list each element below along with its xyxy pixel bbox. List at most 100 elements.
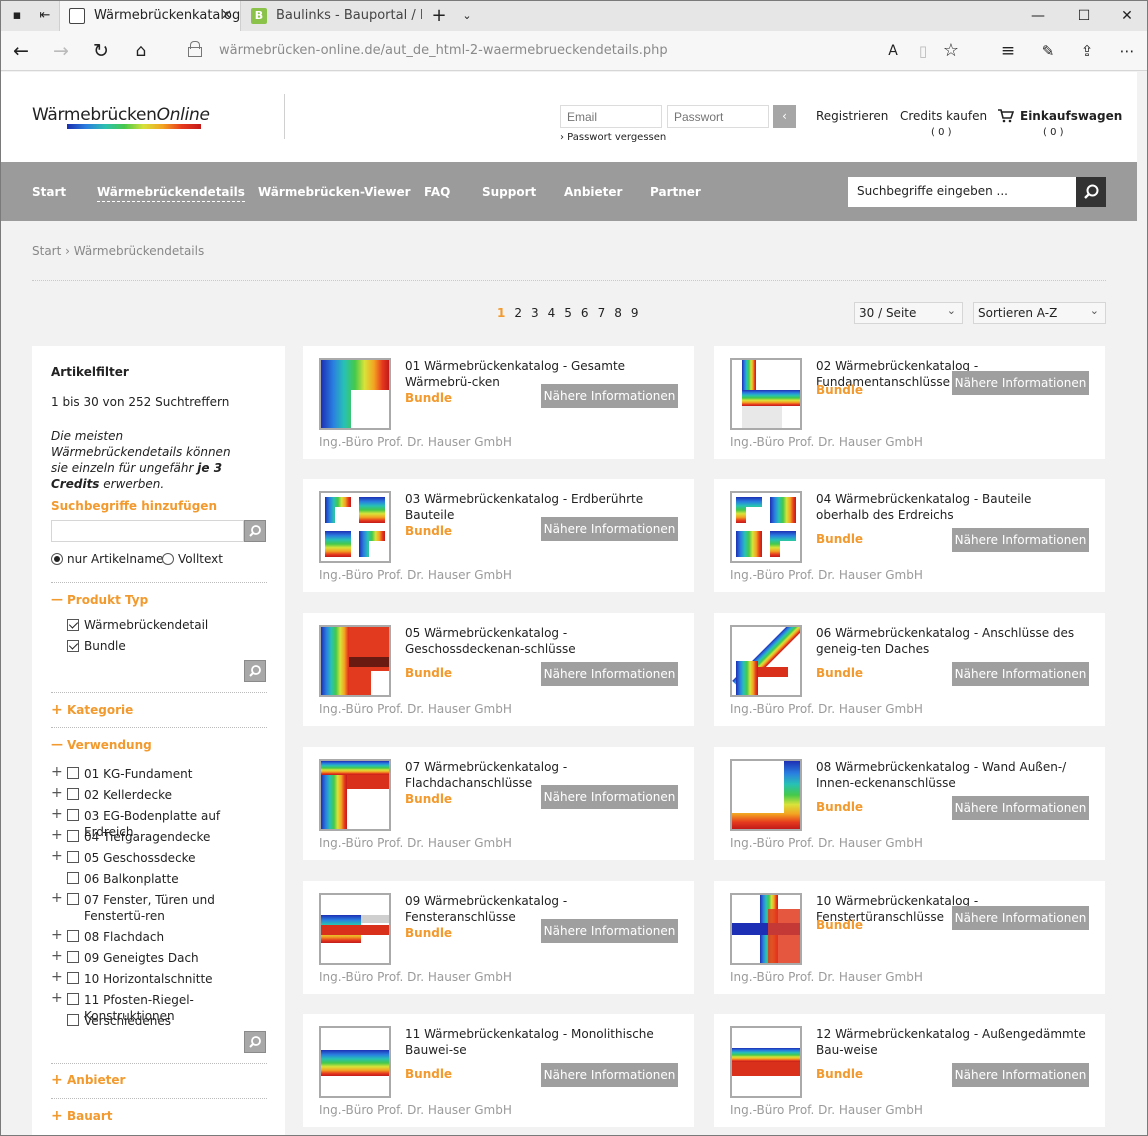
close-window-icon[interactable]: ✕ [1104,1,1147,31]
produkt-typ-heading[interactable]: Produkt Typ [67,593,148,607]
scrollbar[interactable] [1137,72,1147,1135]
tab-baulinks[interactable]: B Baulinks - Bauportal / Baum [242,1,422,31]
more-icon[interactable]: ⋯ [1115,39,1139,63]
expand-plus-icon[interactable]: + [51,806,63,822]
radio-article-name[interactable] [51,553,63,565]
product-thumbnail[interactable] [319,1026,391,1098]
product-title[interactable]: 11 Wärmebrückenkatalog - Monolithische B… [405,1026,675,1058]
site-logo[interactable]: WärmebrückenOnline [32,105,210,125]
tab-actions-icon[interactable]: ▪ [9,8,25,24]
nav-anbieter[interactable]: Anbieter [564,185,622,199]
checkbox-verwendung[interactable] [67,993,79,1005]
sort-select[interactable]: Sortieren A-Z ⌄ [973,302,1106,324]
plus-icon[interactable]: + [51,1108,63,1124]
more-info-button[interactable]: Nähere Informationen [952,371,1089,395]
product-title[interactable]: 05 Wärmebrückenkatalog - Geschossdeckena… [405,625,675,657]
product-title[interactable]: 12 Wärmebrückenkatalog - Außengedämmte B… [816,1026,1086,1058]
expand-plus-icon[interactable]: + [51,827,63,843]
checkbox-verwendung[interactable] [67,767,79,779]
more-info-button[interactable]: Nähere Informationen [952,662,1089,686]
more-info-button[interactable]: Nähere Informationen [541,1063,678,1087]
kategorie-heading[interactable]: Kategorie [67,703,133,717]
more-info-button[interactable]: Nähere Informationen [541,517,678,541]
nav-start[interactable]: Start [32,185,66,199]
more-info-button[interactable]: Nähere Informationen [541,384,678,408]
plus-icon[interactable]: + [51,1072,63,1088]
more-info-button[interactable]: Nähere Informationen [952,1063,1089,1087]
notes-pen-icon[interactable]: ✎ [1036,39,1060,63]
more-info-button[interactable]: Nähere Informationen [541,919,678,943]
email-field[interactable] [560,105,662,128]
expand-plus-icon[interactable]: + [51,848,63,864]
product-title[interactable]: 06 Wärmebrückenkatalog - Anschlüsse des … [816,625,1086,657]
favorites-star-icon[interactable]: ☆ [939,39,963,63]
checkbox-verwendung[interactable] [67,872,79,884]
register-link[interactable]: Registrieren [816,109,888,123]
read-aloud-icon[interactable]: A [881,39,905,63]
more-info-button[interactable]: Nähere Informationen [541,662,678,686]
product-thumbnail[interactable] [319,625,391,697]
buy-credits-link[interactable]: Credits kaufen [900,109,987,123]
url-field[interactable]: wärmebrücken-online.de/aut_de_html-2-wae… [219,43,668,58]
minus-icon[interactable]: — [51,592,63,606]
apply-filter-button[interactable] [244,660,266,682]
checkbox-waermebrueckendetail[interactable] [67,619,79,631]
search-button[interactable] [1076,177,1106,207]
apply-filter-button[interactable] [244,1031,266,1053]
per-page-select[interactable]: 30 / Seite ⌄ [854,302,963,324]
nav-viewer[interactable]: Wärmebrücken-Viewer [258,185,411,199]
filter-search-button[interactable] [244,520,266,542]
nav-partner[interactable]: Partner [650,185,701,199]
set-aside-tabs-icon[interactable]: ⇤ [37,8,53,24]
expand-plus-icon[interactable]: + [51,785,63,801]
page-7[interactable]: 7 [598,306,606,320]
checkbox-verwendung[interactable] [67,1014,79,1026]
product-thumbnail[interactable] [730,893,802,965]
expand-plus-icon[interactable]: + [51,969,63,985]
search-input[interactable]: Suchbegriffe eingeben ... [848,177,1076,207]
minus-icon[interactable]: — [51,737,63,751]
reading-view-icon[interactable]: ▯ [911,39,935,63]
product-thumbnail[interactable] [730,1026,802,1098]
product-thumbnail[interactable] [730,358,802,430]
product-thumbnail[interactable] [319,358,391,430]
product-title[interactable]: 08 Wärmebrückenkatalog - Wand Außen-/ In… [816,759,1086,791]
page-4[interactable]: 4 [548,306,556,320]
nav-support[interactable]: Support [482,185,536,199]
checkbox-verwendung[interactable] [67,830,79,842]
forward-icon[interactable]: → [49,39,73,63]
bauart-heading[interactable]: Bauart [67,1109,113,1123]
expand-plus-icon[interactable]: + [51,764,63,780]
more-info-button[interactable]: Nähere Informationen [952,528,1089,552]
checkbox-verwendung[interactable] [67,893,79,905]
password-field[interactable] [667,105,769,128]
tab-preview-chevron-icon[interactable]: ⌄ [459,8,475,24]
radio-fulltext[interactable] [162,553,174,565]
home-icon[interactable]: ⌂ [129,39,153,63]
product-thumbnail[interactable] [319,893,391,965]
product-title[interactable]: 04 Wärmebrückenkatalog - Bauteile oberha… [816,491,1086,523]
page-1[interactable]: 1 [497,306,505,320]
product-thumbnail[interactable] [730,759,802,831]
checkbox-verwendung[interactable] [67,951,79,963]
expand-plus-icon[interactable]: + [51,927,63,943]
forgot-password-link[interactable]: › Passwort vergessen [560,132,666,143]
back-icon[interactable]: ← [9,39,33,63]
new-tab-icon[interactable]: + [431,7,447,25]
product-thumbnail[interactable] [730,491,802,563]
cart-link[interactable]: Einkaufswagen [1020,109,1122,123]
breadcrumb[interactable]: Start › Wärmebrückendetails [32,244,204,258]
checkbox-verwendung[interactable] [67,809,79,821]
checkbox-verwendung[interactable] [67,972,79,984]
page-2[interactable]: 2 [514,306,522,320]
product-thumbnail[interactable] [730,625,802,697]
filter-search-input[interactable] [51,520,244,542]
more-info-button[interactable]: Nähere Informationen [952,796,1089,820]
checkbox-verwendung[interactable] [67,930,79,942]
more-info-button[interactable]: Nähere Informationen [541,785,678,809]
nav-waermebrueckendetails[interactable]: Wärmebrückendetails [97,185,245,202]
expand-plus-icon[interactable]: + [51,990,63,1006]
product-thumbnail[interactable] [319,759,391,831]
login-arrow-button[interactable]: ‹ [773,105,796,128]
page-6[interactable]: 6 [581,306,589,320]
